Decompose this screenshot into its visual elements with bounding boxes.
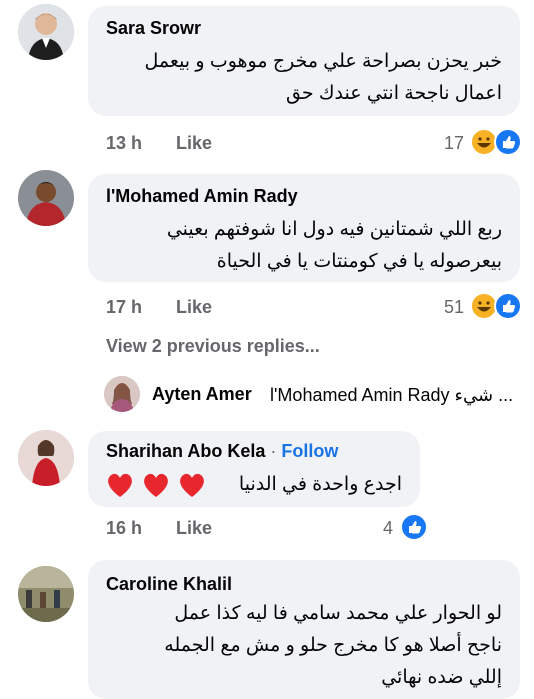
comment-text-line: إللي ضده نهائي	[381, 667, 502, 688]
avatar-sharihan-abo-kela[interactable]	[18, 430, 74, 486]
avatar-image	[18, 4, 74, 60]
like-icon	[494, 292, 522, 320]
comment-bubble: Sara Srowr خبر يحزن بصراحة علي مخرج موهو…	[88, 6, 520, 116]
like-icon	[400, 513, 428, 541]
like-button[interactable]: Like	[176, 133, 212, 154]
like-icon	[494, 128, 522, 156]
like-button[interactable]: Like	[176, 297, 212, 318]
reaction-count[interactable]: 17	[444, 133, 464, 154]
comment-text-line: ناجح أصلا هو كا مخرج حلو و مش مع الجمله	[164, 635, 502, 656]
avatar-image	[104, 376, 140, 412]
avatar-sara-srowr[interactable]	[18, 4, 74, 60]
comment-text-line: لو الحوار علي محمد سامي فا ليه كذا عمل	[174, 603, 502, 624]
avatar-ayten-amer[interactable]	[104, 376, 140, 412]
comment-bubble: Sharihan Abo Kela · Follow اجدع واحدة في…	[88, 431, 420, 507]
commenter-name[interactable]: Sara Srowr	[106, 18, 201, 39]
commenter-name[interactable]: Caroline Khalil	[106, 574, 232, 595]
commenter-name[interactable]: l'Mohamed Amin Rady	[106, 186, 298, 207]
comment-timestamp[interactable]: 13 h	[106, 133, 142, 154]
reaction-count[interactable]: 51	[444, 297, 464, 318]
heart-icon	[108, 473, 132, 497]
comment-bubble: l'Mohamed Amin Rady ربع اللي شمتانين فيه…	[88, 174, 520, 282]
comment-text-line: اجدع واحدة في الدنيا	[238, 474, 402, 495]
comment-text-line: اعمال ناجحة انتي عندك حق	[285, 83, 502, 104]
commenter-name-row: Sharihan Abo Kela · Follow	[106, 441, 338, 462]
reply-preview-text[interactable]: l'Mohamed Amin Rady شيء ...	[270, 385, 513, 406]
avatar-image	[18, 430, 74, 486]
name-separator: ·	[270, 441, 277, 461]
heart-icon	[144, 473, 168, 497]
reaction-count[interactable]: 4	[383, 518, 393, 539]
avatar-image	[18, 566, 74, 622]
view-previous-replies-link[interactable]: View 2 previous replies...	[106, 336, 320, 357]
avatar-mohamed-amin-rady[interactable]	[18, 170, 74, 226]
heart-emoji-row	[106, 471, 234, 499]
avatar-image	[18, 170, 74, 226]
reply-author-name[interactable]: Ayten Amer	[152, 384, 252, 405]
avatar-caroline-khalil[interactable]	[18, 566, 74, 622]
heart-icon	[180, 473, 204, 497]
follow-button[interactable]: Follow	[281, 441, 338, 461]
commenter-name[interactable]: Sharihan Abo Kela	[106, 441, 265, 461]
comment-text-line: خبر يحزن بصراحة علي مخرج موهوب و بيعمل	[144, 51, 502, 72]
like-button[interactable]: Like	[176, 518, 212, 539]
comment-timestamp[interactable]: 17 h	[106, 297, 142, 318]
comment-bubble: Caroline Khalil لو الحوار علي محمد سامي …	[88, 560, 520, 699]
comment-text-line: ربع اللي شمتانين فيه دول انا شوفتهم بعين…	[166, 219, 502, 240]
comment-timestamp[interactable]: 16 h	[106, 518, 142, 539]
comment-text-line: بيعرصوله يا في كومنتات يا في الحياة	[216, 251, 502, 272]
